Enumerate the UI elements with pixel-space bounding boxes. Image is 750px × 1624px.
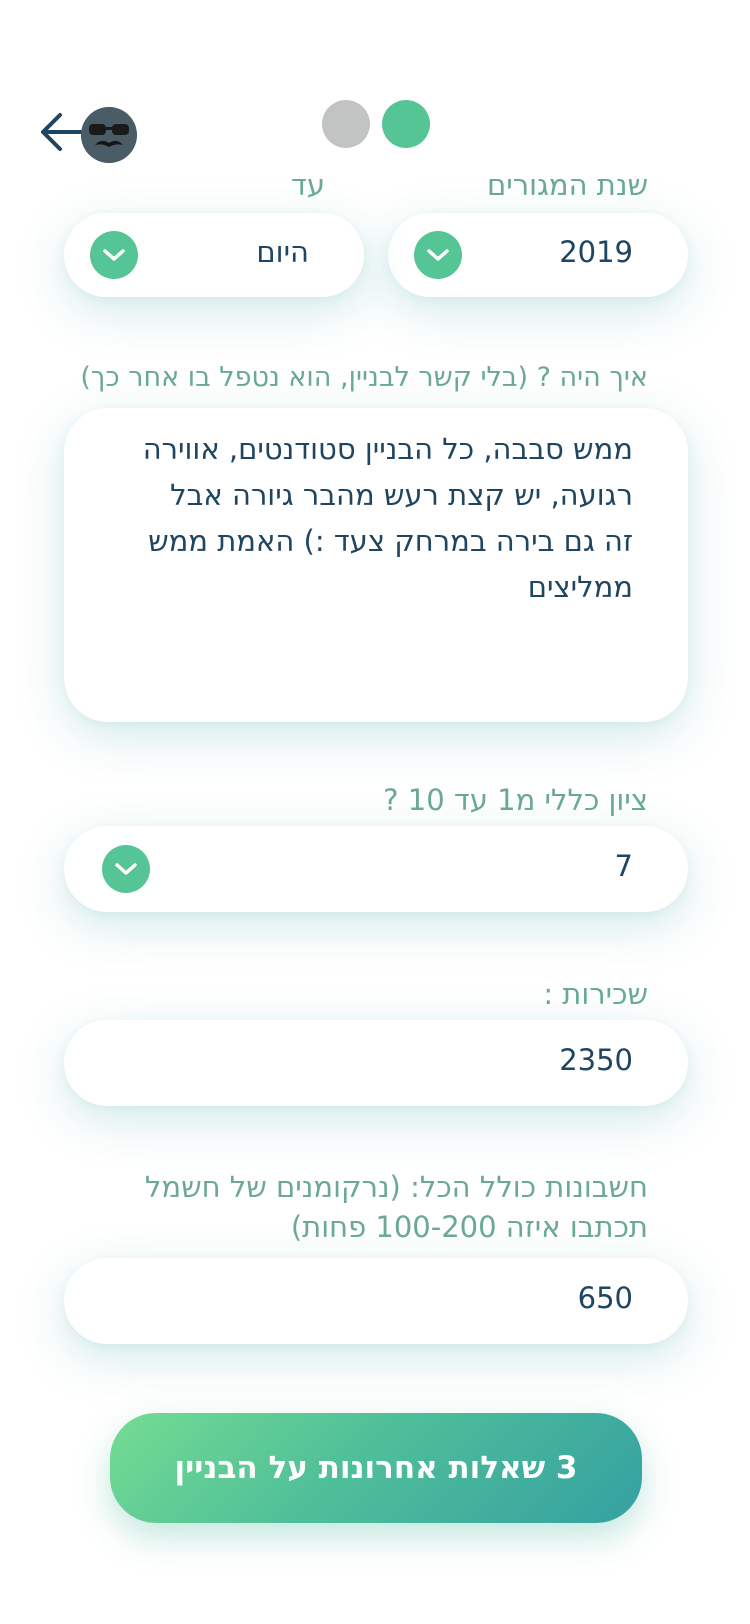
year-select[interactable]: 2019 [388,213,688,297]
year-value: 2019 [559,235,633,269]
bills-input[interactable]: 650 [64,1258,688,1344]
how-was-it-text: ממש סבבה, כל הבניין סטודנטים, אווירה רגו… [93,426,633,610]
year-dropdown-button[interactable] [414,231,462,279]
rating-dropdown-button[interactable] [102,845,150,893]
chevron-down-icon [103,249,125,261]
chevron-down-icon [427,249,449,261]
bills-value: 650 [577,1281,633,1315]
rating-value: 7 [614,849,633,883]
rent-label: שכירות : [543,977,648,1011]
until-select[interactable]: היום [64,213,364,297]
avatar-mustache-glasses-icon [81,107,137,163]
until-value: היום [256,235,309,269]
year-label: שנת המגורים [486,168,648,202]
next-questions-button[interactable]: 3 שאלות אחרונות על הבניין [110,1413,642,1523]
avatar[interactable] [81,107,137,163]
next-questions-button-label: 3 שאלות אחרונות על הבניין [174,1450,578,1486]
progress-dot-2 [382,100,430,148]
rating-label: ציון כללי מ1 עד 10 ? [383,783,648,817]
bills-label: חשבונות כולל הכל: (נרקומנים של חשמל תכתב… [28,1167,648,1247]
chevron-down-icon [115,863,137,875]
bills-label-line1: חשבונות כולל הכל: (נרקומנים של חשמל [144,1170,648,1204]
bills-label-line2: תכתבו איזה 100-200 פחות) [290,1210,648,1244]
how-was-it-label: איך היה ? (בלי קשר לבניין, הוא נטפל בו א… [80,362,648,393]
text-line: רגועה, יש קצת רעש מהבר גיורה אבל [170,478,633,512]
rent-value: 2350 [559,1043,633,1077]
how-was-it-textarea[interactable]: ממש סבבה, כל הבניין סטודנטים, אווירה רגו… [64,408,688,722]
text-line: זה גם בירה במרחק צעד :) האמת ממש [148,524,633,558]
rating-select[interactable]: 7 [64,826,688,912]
text-line: ממש סבבה, כל הבניין סטודנטים, אווירה [142,432,633,466]
rent-input[interactable]: 2350 [64,1020,688,1106]
until-dropdown-button[interactable] [90,231,138,279]
progress-dot-1 [322,100,370,148]
until-label: עד [291,168,325,202]
text-line: ממליצים [527,570,633,604]
